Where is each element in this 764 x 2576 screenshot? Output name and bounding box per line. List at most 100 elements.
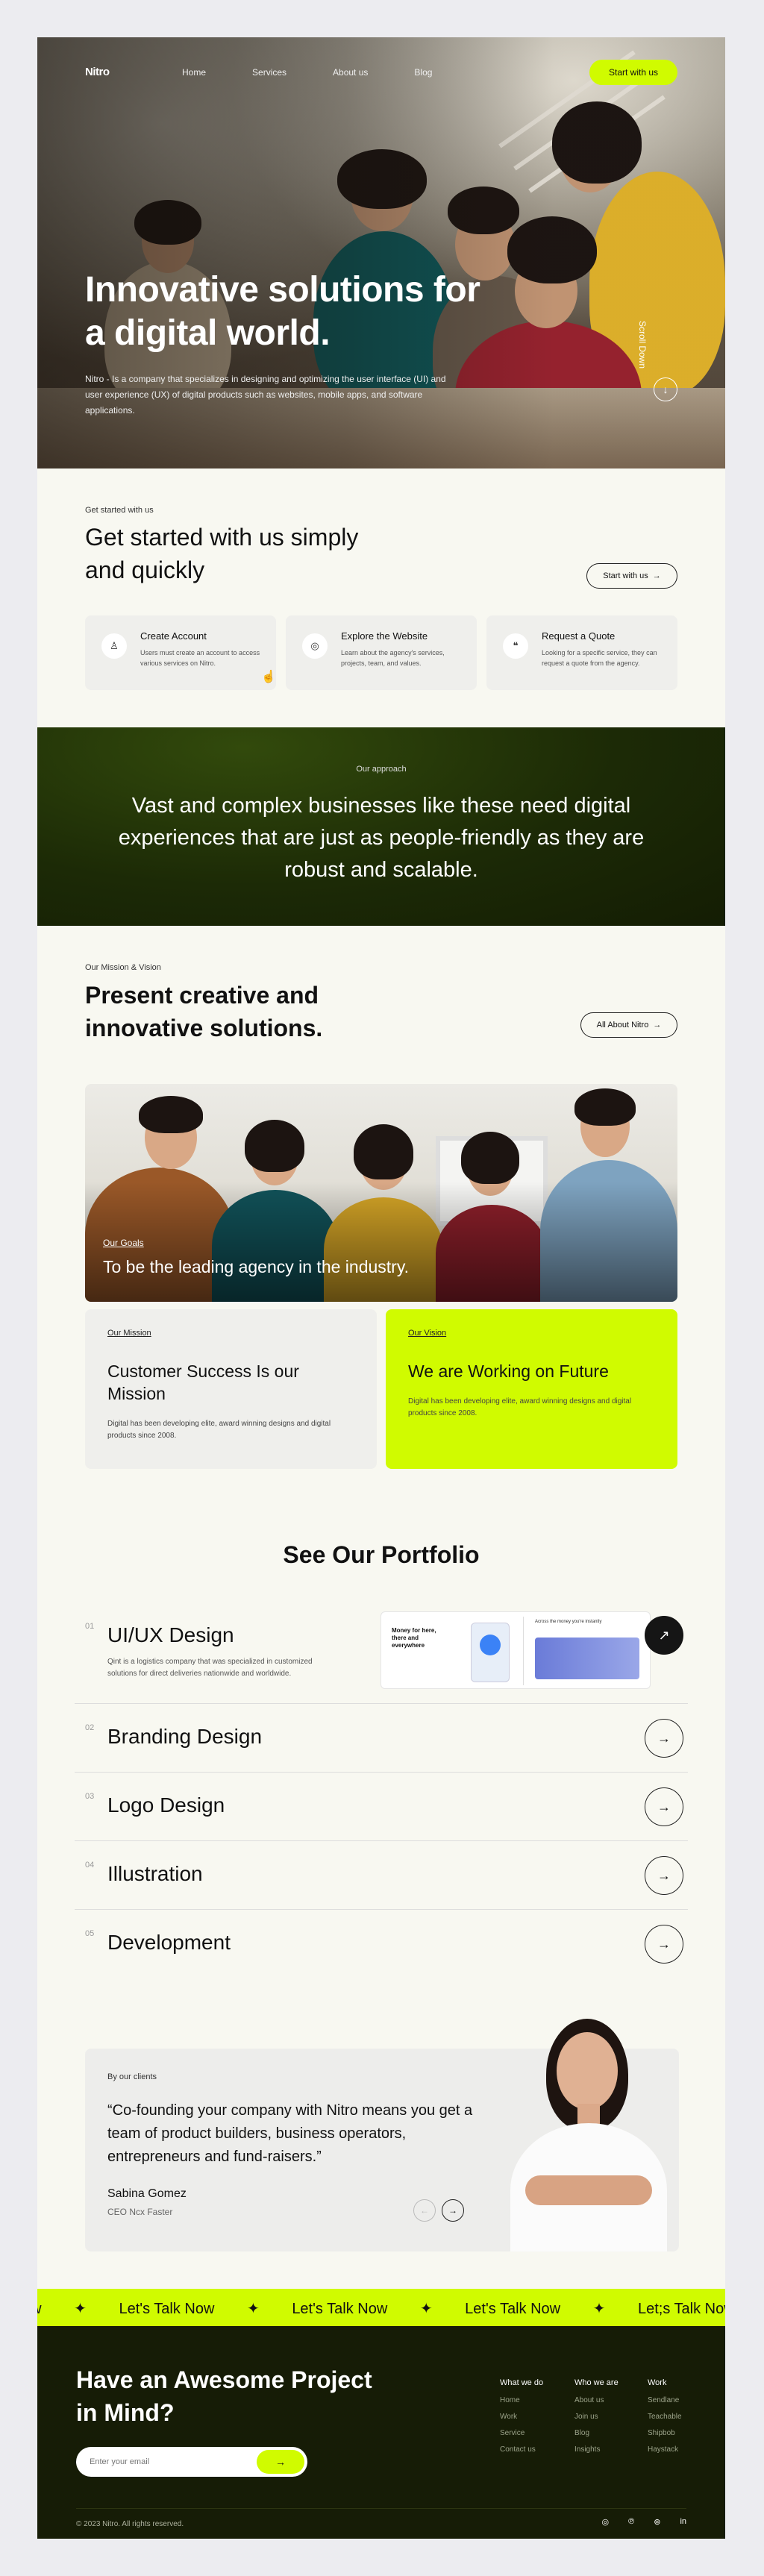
lets-talk-ticker[interactable]: ow ✦ Let's Talk Now ✦ Let's Talk Now ✦ L…: [37, 2289, 725, 2326]
nav-links: Home Services About us Blog: [182, 67, 478, 78]
hero-description: Nitro - Is a company that specializes in…: [85, 374, 446, 416]
approach-section: Our approach Vast and complex businesses…: [37, 727, 725, 926]
arrow-right-icon: →: [448, 2205, 457, 2216]
footer-link[interactable]: Teachable: [648, 2413, 682, 2421]
portfolio-number: 03: [85, 1792, 95, 1801]
arrow-right-icon: →: [657, 1867, 671, 1883]
dribbble-icon[interactable]: ⊛: [654, 2517, 660, 2527]
card-title: Explore the Website: [341, 630, 428, 642]
footer-link[interactable]: Home: [500, 2396, 543, 2404]
pinterest-icon[interactable]: ℗: [628, 2517, 634, 2527]
portfolio-name: Development: [107, 1931, 231, 1954]
get-started-cards: ♙ Create Account Users must create an ac…: [85, 615, 677, 690]
portfolio-number: 01: [85, 1622, 95, 1631]
quote-icon: ❝: [503, 633, 528, 659]
linkedin-icon[interactable]: in: [680, 2517, 686, 2527]
footer-link[interactable]: Join us: [574, 2413, 619, 2421]
card-explore-website[interactable]: ◎ Explore the Website Learn about the ag…: [286, 615, 477, 690]
nav-link-services[interactable]: Services: [252, 67, 286, 78]
footer: Have an Awesome Project in Mind? → What …: [37, 2326, 725, 2539]
previous-testimonial-button[interactable]: ←: [413, 2199, 436, 2222]
nav-link-blog[interactable]: Blog: [414, 67, 432, 78]
nav-link-home[interactable]: Home: [182, 67, 206, 78]
footer-divider: [76, 2508, 686, 2509]
card-desc: Learn about the agency's services, proje…: [341, 649, 445, 667]
footer-link[interactable]: Sendlane: [648, 2396, 682, 2404]
arrow-right-icon: →: [657, 1730, 671, 1746]
portfolio-number: 04: [85, 1861, 95, 1870]
mission-vision-eyebrow: Our Mission & Vision: [85, 963, 161, 972]
card-request-quote[interactable]: ❝ Request a Quote Looking for a specific…: [486, 615, 677, 690]
nav-link-about[interactable]: About us: [333, 67, 368, 78]
portfolio-open-button[interactable]: →: [645, 1719, 683, 1758]
testimonial-quote: “Co-founding your company with Nitro mea…: [107, 2102, 473, 2165]
portfolio-open-button[interactable]: →: [645, 1787, 683, 1826]
portfolio-item-uiux[interactable]: 01 UI/UX Design Qint is a logistics comp…: [75, 1611, 688, 1704]
testimonial-card: By our clients “Co-founding your company…: [85, 2019, 679, 2251]
footer-column-heading: Who we are: [574, 2378, 619, 2387]
ticker-text: Let's Talk Now: [292, 2301, 388, 2317]
instagram-icon[interactable]: ◎: [602, 2517, 610, 2527]
testimonial-role: CEO Ncx Faster: [107, 2207, 173, 2217]
ticker-text: Let's Talk Now: [119, 2301, 215, 2317]
arrow-right-icon: →: [653, 1021, 662, 1030]
arrow-right-icon: →: [275, 2456, 286, 2468]
card-desc: Looking for a specific service, they can…: [542, 649, 657, 667]
footer-column-heading: Work: [648, 2378, 667, 2387]
mission-label[interactable]: Our Mission: [107, 1329, 354, 1338]
footer-column-who-we-are: Who we are About us Join us Blog Insight…: [574, 2378, 619, 2462]
portfolio-open-button[interactable]: ↗: [645, 1616, 683, 1655]
scroll-down-button[interactable]: ↓: [654, 377, 677, 401]
testimonial-eyebrow: By our clients: [107, 2072, 157, 2081]
email-input[interactable]: [90, 2447, 239, 2477]
get-started-title: Get started with us simply and quickly: [85, 524, 359, 583]
vision-label[interactable]: Our Vision: [408, 1329, 655, 1338]
approach-text: Vast and complex businesses like these n…: [118, 794, 645, 882]
portfolio-open-button[interactable]: →: [645, 1925, 683, 1964]
portfolio-open-button[interactable]: →: [645, 1856, 683, 1895]
footer-link[interactable]: Insights: [574, 2445, 619, 2454]
footer-link[interactable]: Shipbob: [648, 2429, 682, 2437]
portfolio-item-branding[interactable]: 02 Branding Design →: [75, 1704, 688, 1773]
ticker-text: Let;s Talk Now: [638, 2301, 725, 2317]
copyright: © 2023 Nitro. All rights reserved.: [76, 2520, 184, 2528]
testimonial-name: Sabina Gomez: [107, 2187, 187, 2200]
footer-link[interactable]: Service: [500, 2429, 543, 2437]
preview-headline-2: Across the money you're instantly: [535, 1620, 602, 1624]
subscribe-button[interactable]: →: [257, 2450, 304, 2474]
card-desc: Users must create an account to access v…: [140, 649, 260, 667]
start-with-us-outline-button[interactable]: Start with us →: [586, 563, 677, 589]
mission-desc: Digital has been developing elite, award…: [107, 1420, 331, 1440]
card-create-account[interactable]: ♙ Create Account Users must create an ac…: [85, 615, 276, 690]
scroll-down-label: Scroll Down: [637, 321, 648, 369]
arrow-down-icon: ↓: [663, 383, 668, 395]
email-subscribe: →: [76, 2447, 307, 2477]
portfolio-item-development[interactable]: 05 Development →: [75, 1910, 688, 1978]
footer-link[interactable]: Contact us: [500, 2445, 543, 2454]
arrow-up-right-icon: ↗: [658, 1627, 670, 1643]
vision-title: We are Working on Future: [408, 1361, 609, 1381]
footer-link[interactable]: Haystack: [648, 2445, 682, 2454]
ticker-line: ow ✦ Let's Talk Now ✦ Let's Talk Now ✦ L…: [37, 2299, 725, 2318]
all-about-label: All About Nitro: [596, 1021, 649, 1030]
all-about-nitro-button[interactable]: All About Nitro →: [580, 1012, 677, 1038]
portfolio-name: Branding Design: [107, 1725, 263, 1748]
start-with-us-button[interactable]: Start with us: [589, 60, 677, 85]
portfolio-item-illustration[interactable]: 04 Illustration →: [75, 1841, 688, 1910]
portfolio-item-logo[interactable]: 03 Logo Design →: [75, 1773, 688, 1841]
arrow-left-icon: ←: [420, 2205, 429, 2216]
footer-link[interactable]: Blog: [574, 2429, 619, 2437]
card-title: Request a Quote: [542, 630, 616, 642]
logo[interactable]: Nitro: [85, 66, 110, 78]
hero-title: Innovative solutions for a digital world…: [85, 270, 480, 353]
vision-card: Our Vision We are Working on Future Digi…: [386, 1309, 677, 1469]
goals-text: To be the leading agency in the industry…: [103, 1257, 410, 1276]
get-started-eyebrow: Get started with us: [85, 506, 154, 515]
footer-link[interactable]: Work: [500, 2413, 543, 2421]
footer-link[interactable]: About us: [574, 2396, 619, 2404]
start-with-us-label: Start with us: [603, 571, 648, 580]
next-testimonial-button[interactable]: →: [442, 2199, 464, 2222]
user-icon: ♙: [101, 633, 127, 659]
portfolio-desc: Qint is a logistics company that was spe…: [107, 1658, 313, 1678]
mission-card: Our Mission Customer Success Is our Miss…: [85, 1309, 377, 1469]
